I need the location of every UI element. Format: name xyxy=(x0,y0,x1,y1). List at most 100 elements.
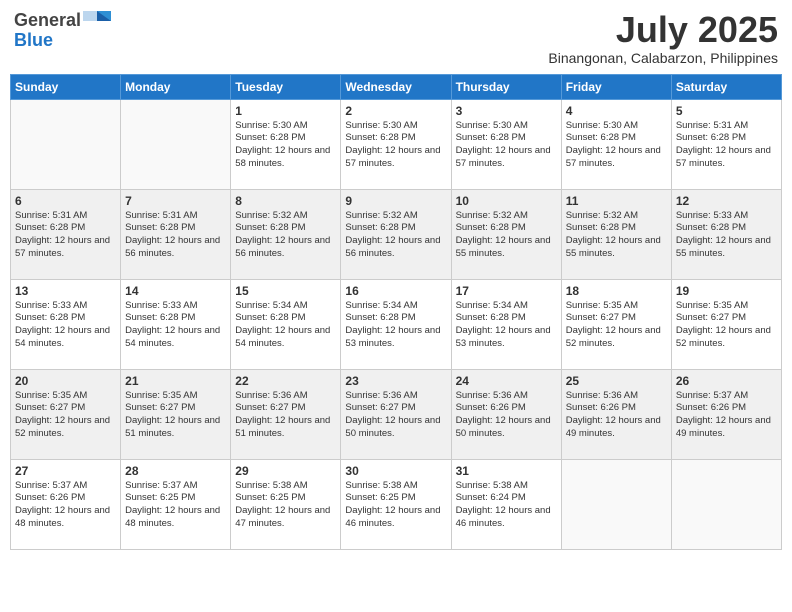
calendar-cell: 15Sunrise: 5:34 AMSunset: 6:28 PMDayligh… xyxy=(231,279,341,369)
daylight-text: Daylight: 12 hours and 58 minutes. xyxy=(235,145,336,171)
day-info: Sunrise: 5:35 AMSunset: 6:27 PMDaylight:… xyxy=(676,300,777,351)
day-number: 20 xyxy=(15,374,116,388)
daylight-text: Daylight: 12 hours and 54 minutes. xyxy=(15,325,116,351)
calendar-cell: 4Sunrise: 5:30 AMSunset: 6:28 PMDaylight… xyxy=(561,99,671,189)
calendar-cell: 20Sunrise: 5:35 AMSunset: 6:27 PMDayligh… xyxy=(11,369,121,459)
daylight-text: Daylight: 12 hours and 53 minutes. xyxy=(456,325,557,351)
sunset-text: Sunset: 6:28 PM xyxy=(566,222,667,235)
day-info: Sunrise: 5:32 AMSunset: 6:28 PMDaylight:… xyxy=(235,210,336,261)
sunset-text: Sunset: 6:28 PM xyxy=(235,132,336,145)
sunset-text: Sunset: 6:28 PM xyxy=(456,222,557,235)
sunrise-text: Sunrise: 5:36 AM xyxy=(235,390,336,403)
calendar-header-row: Sunday Monday Tuesday Wednesday Thursday… xyxy=(11,74,782,99)
day-number: 14 xyxy=(125,284,226,298)
day-info: Sunrise: 5:32 AMSunset: 6:28 PMDaylight:… xyxy=(456,210,557,261)
logo-blue-text: Blue xyxy=(14,31,113,49)
sunset-text: Sunset: 6:27 PM xyxy=(676,312,777,325)
sunset-text: Sunset: 6:28 PM xyxy=(125,222,226,235)
sunrise-text: Sunrise: 5:37 AM xyxy=(15,480,116,493)
daylight-text: Daylight: 12 hours and 52 minutes. xyxy=(566,325,667,351)
daylight-text: Daylight: 12 hours and 49 minutes. xyxy=(676,415,777,441)
day-info: Sunrise: 5:37 AMSunset: 6:26 PMDaylight:… xyxy=(15,480,116,531)
daylight-text: Daylight: 12 hours and 48 minutes. xyxy=(125,505,226,531)
day-info: Sunrise: 5:33 AMSunset: 6:28 PMDaylight:… xyxy=(15,300,116,351)
calendar-cell: 11 Sunrise: 5:32 AMSunset: 6:28 PMDayligh… xyxy=(561,189,671,279)
sunset-text: Sunset: 6:25 PM xyxy=(235,492,336,505)
day-number: 29 xyxy=(235,464,336,478)
day-number: 6 xyxy=(15,194,116,208)
daylight-text: Daylight: 12 hours and 54 minutes. xyxy=(125,325,226,351)
header-wednesday: Wednesday xyxy=(341,74,451,99)
daylight-text: Daylight: 12 hours and 51 minutes. xyxy=(125,415,226,441)
sunrise-text: Sunrise: 5:35 AM xyxy=(15,390,116,403)
day-number: 26 xyxy=(676,374,777,388)
day-info: Sunrise: 5:37 AMSunset: 6:26 PMDaylight:… xyxy=(676,390,777,441)
calendar-cell xyxy=(561,459,671,549)
day-info: Sunrise: 5:32 AMSunset: 6:28 PMDaylight:… xyxy=(566,210,667,261)
day-number: 11 xyxy=(566,194,667,208)
daylight-text: Daylight: 12 hours and 50 minutes. xyxy=(456,415,557,441)
sunset-text: Sunset: 6:28 PM xyxy=(345,222,446,235)
sunrise-text: Sunrise: 5:33 AM xyxy=(676,210,777,223)
calendar-table: Sunday Monday Tuesday Wednesday Thursday… xyxy=(10,74,782,550)
calendar-cell: 8Sunrise: 5:32 AMSunset: 6:28 PMDaylight… xyxy=(231,189,341,279)
sunrise-text: Sunrise: 5:34 AM xyxy=(235,300,336,313)
page-header: General Blue July 2025 Binangonan, Calab… xyxy=(10,10,782,66)
sunrise-text: Sunrise: 5:33 AM xyxy=(125,300,226,313)
calendar-cell: 14 Sunrise: 5:33 AMSunset: 6:28 PMDayligh… xyxy=(121,279,231,369)
day-info: Sunrise: 5:37 AMSunset: 6:25 PMDaylight:… xyxy=(125,480,226,531)
sunrise-text: Sunrise: 5:31 AM xyxy=(15,210,116,223)
calendar-cell: 13Sunrise: 5:33 AMSunset: 6:28 PMDayligh… xyxy=(11,279,121,369)
day-info: Sunrise: 5:31 AMSunset: 6:28 PMDaylight:… xyxy=(125,210,226,261)
daylight-text: Daylight: 12 hours and 56 minutes. xyxy=(125,235,226,261)
sunset-text: Sunset: 6:27 PM xyxy=(345,402,446,415)
sunrise-text: Sunrise: 5:37 AM xyxy=(676,390,777,403)
sunrise-text: Sunrise: 5:34 AM xyxy=(345,300,446,313)
sunrise-text: Sunrise: 5:32 AM xyxy=(235,210,336,223)
day-number: 1 xyxy=(235,104,336,118)
calendar-cell: 1Sunrise: 5:30 AMSunset: 6:28 PMDaylight… xyxy=(231,99,341,189)
calendar-cell: 26 Sunrise: 5:37 AMSunset: 6:26 PMDayligh… xyxy=(671,369,781,459)
day-number: 21 xyxy=(125,374,226,388)
calendar-cell: 16Sunrise: 5:34 AMSunset: 6:28 PMDayligh… xyxy=(341,279,451,369)
calendar-cell: 19 Sunrise: 5:35 AMSunset: 6:27 PMDayligh… xyxy=(671,279,781,369)
sunset-text: Sunset: 6:28 PM xyxy=(345,312,446,325)
day-info: Sunrise: 5:38 AMSunset: 6:25 PMDaylight:… xyxy=(235,480,336,531)
day-number: 31 xyxy=(456,464,557,478)
day-number: 25 xyxy=(566,374,667,388)
sunrise-text: Sunrise: 5:37 AM xyxy=(125,480,226,493)
day-info: Sunrise: 5:33 AMSunset: 6:28 PMDaylight:… xyxy=(676,210,777,261)
day-number: 19 xyxy=(676,284,777,298)
daylight-text: Daylight: 12 hours and 48 minutes. xyxy=(15,505,116,531)
calendar-cell: 2Sunrise: 5:30 AMSunset: 6:28 PMDaylight… xyxy=(341,99,451,189)
day-number: 5 xyxy=(676,104,777,118)
day-number: 23 xyxy=(345,374,446,388)
title-block: July 2025 Binangonan, Calabarzon, Philip… xyxy=(548,10,778,66)
day-number: 10 xyxy=(456,194,557,208)
day-number: 3 xyxy=(456,104,557,118)
sunrise-text: Sunrise: 5:32 AM xyxy=(345,210,446,223)
day-info: Sunrise: 5:34 AMSunset: 6:28 PMDaylight:… xyxy=(345,300,446,351)
sunrise-text: Sunrise: 5:35 AM xyxy=(125,390,226,403)
calendar-cell: 12Sunrise: 5:33 AMSunset: 6:28 PMDayligh… xyxy=(671,189,781,279)
daylight-text: Daylight: 12 hours and 57 minutes. xyxy=(566,145,667,171)
daylight-text: Daylight: 12 hours and 57 minutes. xyxy=(456,145,557,171)
sunset-text: Sunset: 6:27 PM xyxy=(125,402,226,415)
sunset-text: Sunset: 6:26 PM xyxy=(676,402,777,415)
day-info: Sunrise: 5:36 AMSunset: 6:26 PMDaylight:… xyxy=(566,390,667,441)
day-info: Sunrise: 5:33 AMSunset: 6:28 PMDaylight:… xyxy=(125,300,226,351)
daylight-text: Daylight: 12 hours and 56 minutes. xyxy=(345,235,446,261)
day-info: Sunrise: 5:32 AMSunset: 6:28 PMDaylight:… xyxy=(345,210,446,261)
sunset-text: Sunset: 6:28 PM xyxy=(125,312,226,325)
calendar-cell: 24Sunrise: 5:36 AMSunset: 6:26 PMDayligh… xyxy=(451,369,561,459)
day-number: 7 xyxy=(125,194,226,208)
daylight-text: Daylight: 12 hours and 55 minutes. xyxy=(566,235,667,261)
sunset-text: Sunset: 6:26 PM xyxy=(15,492,116,505)
sunrise-text: Sunrise: 5:38 AM xyxy=(235,480,336,493)
daylight-text: Daylight: 12 hours and 50 minutes. xyxy=(345,415,446,441)
sunset-text: Sunset: 6:28 PM xyxy=(235,222,336,235)
calendar-cell: 29 Sunrise: 5:38 AMSunset: 6:25 PMDayligh… xyxy=(231,459,341,549)
header-saturday: Saturday xyxy=(671,74,781,99)
sunrise-text: Sunrise: 5:31 AM xyxy=(125,210,226,223)
daylight-text: Daylight: 12 hours and 54 minutes. xyxy=(235,325,336,351)
